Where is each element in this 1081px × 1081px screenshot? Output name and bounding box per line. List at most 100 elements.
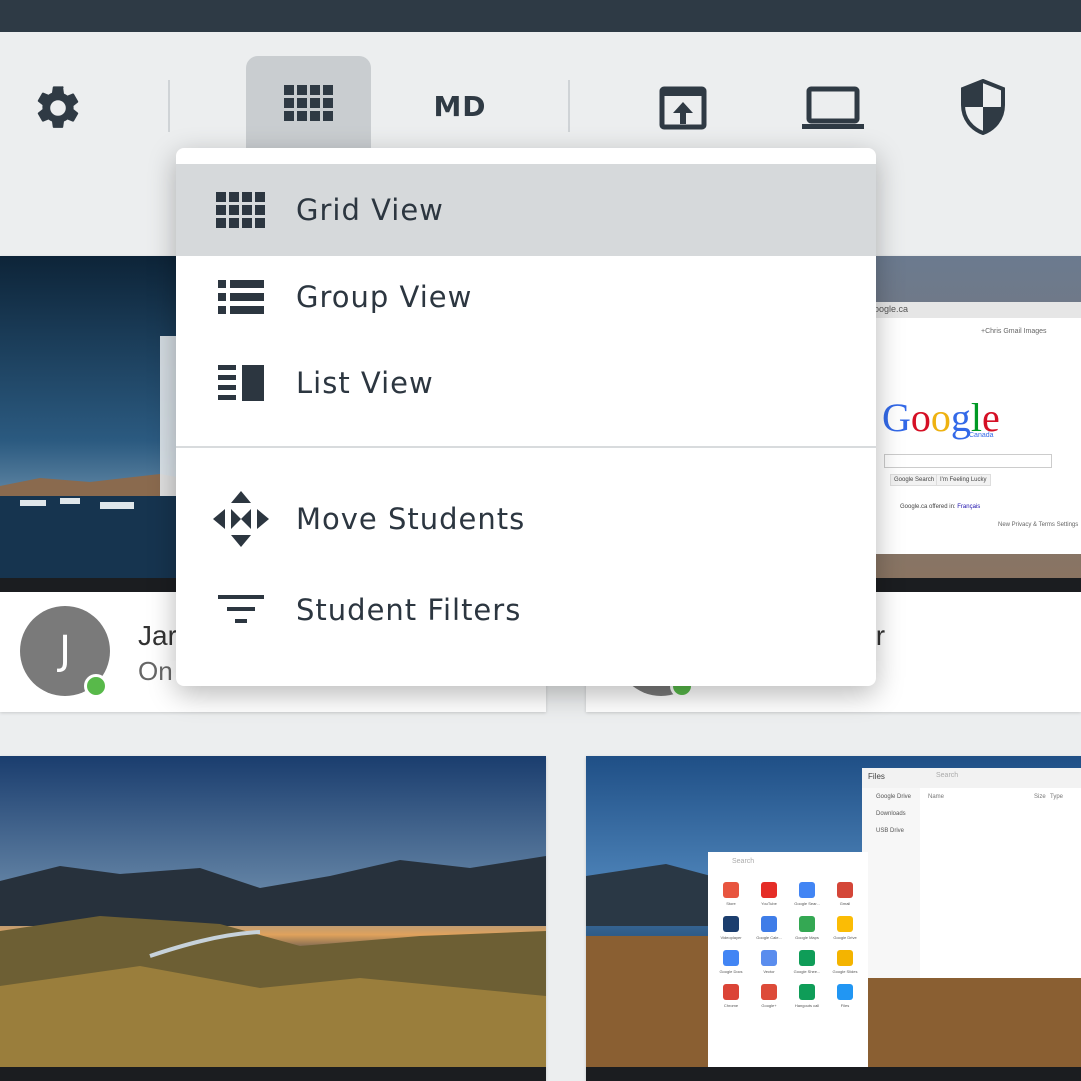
app-icon (723, 916, 739, 932)
app-icon (799, 950, 815, 966)
shield-icon (961, 79, 1005, 135)
menu-item-label: Grid View (296, 193, 444, 227)
menu-item-group-view[interactable]: Group View (176, 256, 876, 338)
student-status: On (138, 656, 173, 686)
app-label: Vector (763, 969, 775, 974)
launcher-app[interactable]: Store (712, 882, 750, 906)
toolbar-separator (168, 80, 170, 132)
settings-button[interactable] (28, 78, 88, 138)
app-icon (837, 950, 853, 966)
launcher-app[interactable]: Chrome (712, 984, 750, 1008)
app-launcher-grid: Store YouTube Google Sear... Gmail Videoplay… (712, 882, 864, 1008)
files-column-header: Name (928, 794, 945, 800)
app-icon (761, 950, 777, 966)
app-icon (761, 882, 777, 898)
gear-icon (37, 86, 79, 128)
menu-item-move-students[interactable]: Move Students (176, 474, 876, 564)
app-label: Google Sear... (794, 901, 820, 906)
list-bullets-icon (216, 272, 266, 322)
menu-item-label: Move Students (296, 502, 526, 536)
class-code-label[interactable]: MD (400, 70, 520, 142)
launcher-app[interactable]: Google+ (750, 984, 788, 1008)
app-icon (799, 882, 815, 898)
launcher-app[interactable]: Hangouts call (788, 984, 826, 1008)
launcher-app[interactable]: Files (826, 984, 864, 1008)
app-label: Store (726, 901, 736, 906)
app-icon (799, 916, 815, 932)
app-label: Google Cale... (756, 935, 782, 940)
files-column-header: Size (1034, 794, 1046, 800)
files-sidebar-item[interactable]: Google Drive (876, 794, 911, 800)
files-column-header: Type (1050, 794, 1064, 800)
app-icon (723, 984, 739, 1000)
toolbar (0, 32, 1081, 152)
files-sidebar-item[interactable]: Downloads (876, 811, 906, 817)
launcher-app[interactable]: Google Docs (712, 950, 750, 974)
app-icon (723, 950, 739, 966)
app-icon (837, 916, 853, 932)
toolbar-separator (568, 80, 570, 132)
laptop-icon (802, 86, 864, 129)
app-icon (761, 984, 777, 1000)
student-name: Jar (138, 620, 177, 651)
launcher-search[interactable]: Search (732, 858, 754, 865)
screen-view-button[interactable] (798, 80, 868, 136)
launcher-app[interactable]: Google Drive (826, 916, 864, 940)
launcher-app[interactable]: Google Slides (826, 950, 864, 974)
grid-icon (216, 185, 266, 235)
app-label: Files (840, 1003, 850, 1008)
launcher-app[interactable]: Videoplayer (712, 916, 750, 940)
student-screen-thumbnail (0, 756, 546, 1081)
menu-item-grid-view[interactable]: Grid View (176, 164, 876, 256)
security-button[interactable] (952, 76, 1014, 138)
grid-icon (283, 85, 333, 121)
app-icon (837, 984, 853, 1000)
app-icon (761, 916, 777, 932)
feeling-lucky-button[interactable]: I'm Feeling Lucky (936, 474, 991, 486)
app-label: Google Drive (833, 935, 857, 940)
menu-item-label: Student Filters (296, 593, 522, 627)
menu-item-student-filters[interactable]: Student Filters (176, 564, 876, 656)
launcher-app[interactable]: Gmail (826, 882, 864, 906)
launcher-app[interactable]: Vector (750, 950, 788, 974)
app-label: Google Docs (719, 969, 743, 974)
files-search[interactable]: Search (936, 772, 958, 779)
view-menu: Grid View Group View List View Move Stud… (176, 148, 876, 686)
launcher-app[interactable]: YouTube (750, 882, 788, 906)
menu-item-list-view[interactable]: List View (176, 338, 876, 428)
browser-footer-links: New Privacy & Terms Settings (998, 522, 1079, 528)
list-detail-icon (216, 358, 266, 408)
app-label: Gmail (839, 901, 851, 906)
launcher-app[interactable]: Google Maps (788, 916, 826, 940)
app-label: Google Slides (832, 969, 858, 974)
files-title: Files (868, 772, 885, 781)
app-label: Google Maps (795, 935, 819, 940)
share-screen-button[interactable] (650, 78, 716, 138)
student-card[interactable] (0, 756, 546, 1081)
files-sidebar-item[interactable]: USB Drive (876, 828, 904, 834)
online-status-dot (84, 674, 108, 698)
offered-in-text: Google.ca offered in: Français (900, 504, 981, 510)
browser-top-links: +Chris Gmail Images (981, 328, 1047, 335)
app-label: Videoplayer (720, 935, 742, 940)
app-label: Hangouts call (794, 1003, 820, 1008)
launcher-app[interactable]: Google Sear... (788, 882, 826, 906)
launcher-app[interactable]: Google Shee... (788, 950, 826, 974)
taskbar (0, 1067, 546, 1081)
app-label: Chrome (723, 1003, 739, 1008)
app-label: Google Shee... (793, 969, 821, 974)
student-card[interactable]: Files Search Google Drive Downloads USB … (586, 756, 1081, 1081)
app-icon (837, 882, 853, 898)
app-icon (723, 882, 739, 898)
filter-icon (216, 585, 266, 635)
google-search-button[interactable]: Google Search (890, 474, 939, 486)
menu-item-label: List View (296, 366, 434, 400)
taskbar (586, 1067, 1081, 1081)
share-screen-icon (659, 86, 707, 130)
launcher-app[interactable]: Google Cale... (750, 916, 788, 940)
google-logo-sub: Canada (969, 432, 994, 439)
search-box[interactable] (884, 454, 1052, 468)
menu-item-label: Group View (296, 280, 473, 314)
view-menu-button[interactable] (246, 56, 371, 152)
app-label: YouTube (761, 901, 777, 906)
